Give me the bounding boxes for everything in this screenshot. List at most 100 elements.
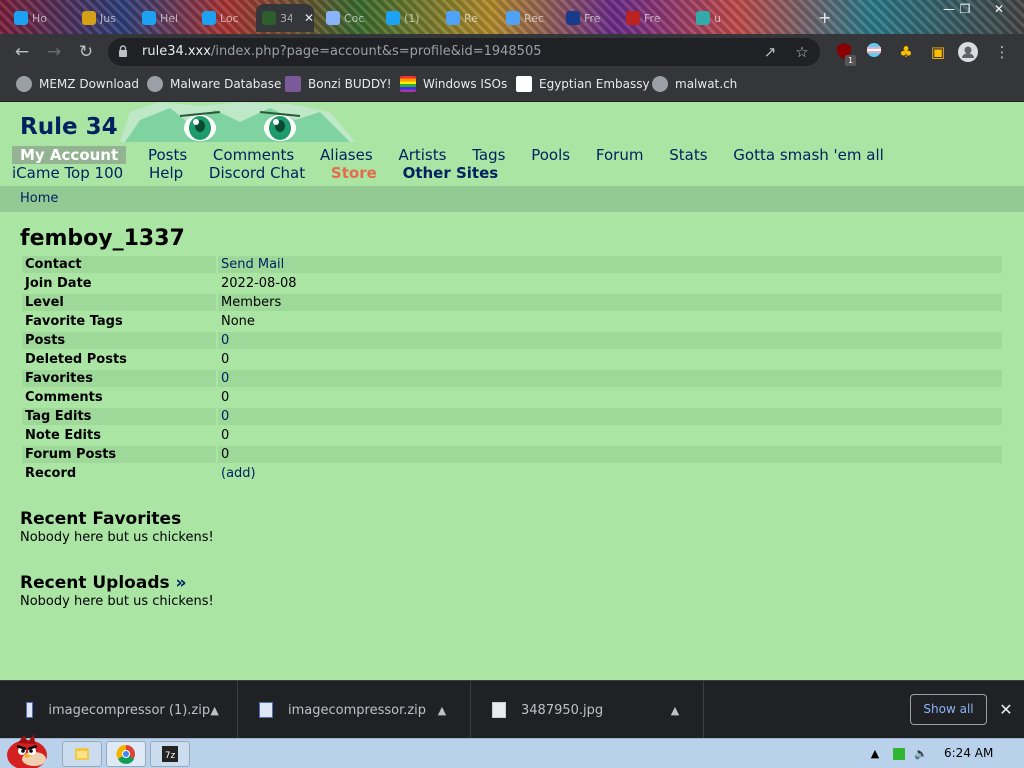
nav-link[interactable]: Discord Chat [209, 164, 305, 182]
browser-tab[interactable]: 34 ✕ [256, 4, 314, 32]
profile-avatar-icon[interactable] [958, 42, 978, 62]
show-all-downloads-button[interactable]: Show all [910, 694, 987, 725]
bookmark-label: malwat.ch [675, 77, 738, 91]
nav-link[interactable]: Artists [398, 146, 446, 164]
tray-volume-icon[interactable]: 🔈 [914, 747, 928, 761]
back-button[interactable]: ← [10, 41, 34, 63]
main-navigation: My Account Posts Comments Aliases Artist… [12, 146, 1012, 182]
profile-field-value[interactable]: 0 [218, 408, 1002, 425]
windows-taskbar: 7z ▲ 🔈 6:24 AM [0, 734, 1024, 768]
download-options-chevron-icon[interactable]: ▲ [210, 704, 219, 717]
share-icon[interactable]: ↗ [760, 42, 780, 62]
taskbar-explorer-button[interactable] [62, 741, 102, 767]
site-title[interactable]: Rule 34 [20, 114, 118, 140]
profile-field-value[interactable]: Send Mail [218, 256, 1002, 273]
download-item[interactable]: 3487950.jpg ▲ [472, 681, 704, 739]
tab-title: Ho [32, 11, 48, 25]
browser-tab[interactable]: Fre [560, 4, 616, 32]
profile-row: Record (add) [22, 465, 1002, 482]
taskbar-chrome-button[interactable] [106, 741, 146, 767]
nav-link[interactable]: Other Sites [403, 164, 499, 182]
nav-link[interactable]: iCame Top 100 [12, 164, 123, 182]
maximize-button[interactable]: ❐ [950, 0, 980, 18]
tab-title: 34 [280, 11, 292, 25]
browser-tab[interactable]: u [690, 4, 746, 32]
lock-icon[interactable] [118, 45, 128, 58]
side-panel-icon[interactable]: ▣ [928, 42, 948, 62]
close-tab-icon[interactable]: ✕ [304, 11, 314, 25]
profile-row: Favorites 0 [22, 370, 1002, 387]
download-item[interactable]: imagecompressor (1).zip ▲ [6, 681, 238, 739]
flag-extension-icon[interactable] [864, 42, 884, 62]
home-link[interactable]: Home [20, 191, 58, 206]
browser-tab[interactable]: Ho [8, 4, 64, 32]
profile-field-value: 2022-08-08 [218, 275, 1002, 292]
nav-link[interactable]: Stats [669, 146, 707, 164]
bookmark-label: Malware Database [170, 77, 282, 91]
address-bar[interactable]: rule34.xxx/index.php?page=account&s=prof… [108, 38, 820, 66]
nav-link[interactable]: Comments [213, 146, 294, 164]
recent-uploads-more-link[interactable]: » [176, 573, 187, 593]
nav-link[interactable]: Posts [148, 146, 187, 164]
chrome-icon [116, 744, 135, 764]
browser-tab[interactable]: (1) [380, 4, 436, 32]
extensions-puzzle-icon[interactable]: ♣ [896, 42, 916, 62]
bookmark-item[interactable]: Egyptian Embassy [516, 70, 650, 98]
profile-field-label: Forum Posts [22, 446, 216, 463]
profile-row: Forum Posts 0 [22, 446, 1002, 463]
taskbar-7zip-button[interactable]: 7z [150, 741, 190, 767]
bookmark-item[interactable]: MEMZ Download [16, 70, 139, 98]
nav-link[interactable]: Help [149, 164, 183, 182]
profile-field-value[interactable]: 0 [218, 332, 1002, 349]
browser-tab[interactable]: Re [440, 4, 496, 32]
taskbar-clock[interactable]: 6:24 AM [944, 746, 993, 760]
bookmark-star-icon[interactable]: ☆ [792, 42, 812, 62]
profile-field-value[interactable]: (add) [218, 465, 1002, 482]
browser-tab[interactable]: Fre [620, 4, 676, 32]
window-close-button[interactable]: ✕ [984, 0, 1014, 18]
browser-tab[interactable]: Coc [320, 4, 376, 32]
download-filename: imagecompressor (1).zip [48, 702, 211, 718]
web-page: Rule 34 My Account Posts Comments Aliase… [0, 102, 1024, 680]
extension-badge: 1 [845, 55, 856, 66]
bookmark-item[interactable]: Malware Database [147, 70, 281, 98]
nav-link[interactable]: Gotta smash 'em all [733, 146, 884, 164]
browser-tab[interactable]: Hel [136, 4, 192, 32]
download-options-chevron-icon[interactable]: ▲ [665, 704, 685, 717]
bookmark-item[interactable]: malwat.ch [652, 70, 737, 98]
recent-favorites-heading: Recent Favorites [20, 509, 182, 529]
browser-menu-icon[interactable]: ⋮ [992, 42, 1012, 62]
start-button-angry-bird-icon[interactable] [4, 733, 50, 768]
url-path: /index.php?page=account&s=profile&id=194… [210, 44, 542, 59]
profile-field-value[interactable]: 0 [218, 370, 1002, 387]
browser-tab[interactable]: Jus [76, 4, 132, 32]
browser-tab[interactable]: Loc [196, 4, 252, 32]
tray-expand-icon[interactable]: ▲ [868, 747, 882, 761]
bookmark-item[interactable]: Bonzi BUDDY! [285, 70, 392, 98]
zip-file-icon [259, 702, 273, 718]
browser-tab[interactable]: Rec [500, 4, 556, 32]
profile-field-label: Join Date [22, 275, 216, 292]
close-download-shelf-button[interactable]: ✕ [996, 700, 1016, 720]
nav-link[interactable]: Tags [472, 146, 505, 164]
url-text[interactable]: rule34.xxx/index.php?page=account&s=prof… [142, 44, 541, 59]
nav-link[interactable]: My Account [12, 146, 127, 164]
bookmark-item[interactable]: Windows ISOs [400, 70, 507, 98]
nav-link[interactable]: Store [331, 164, 377, 182]
tray-network-icon[interactable] [893, 748, 905, 760]
forward-button[interactable]: → [42, 41, 66, 63]
tab-title: (1) [404, 11, 420, 25]
download-options-chevron-icon[interactable]: ▲ [432, 704, 452, 717]
reload-button[interactable]: ↻ [74, 41, 98, 63]
recent-favorites-text: Nobody here but us chickens! [20, 530, 214, 545]
profile-row: Tag Edits 0 [22, 408, 1002, 425]
nav-link[interactable]: Pools [531, 146, 570, 164]
download-item[interactable]: imagecompressor.zip ▲ [239, 681, 471, 739]
profile-field-label: Deleted Posts [22, 351, 216, 368]
tab-favicon-icon [142, 11, 156, 25]
nav-link[interactable]: Aliases [320, 146, 373, 164]
new-tab-button[interactable]: + [818, 8, 831, 27]
nav-link[interactable]: Forum [596, 146, 644, 164]
tab-title: Jus [100, 11, 116, 25]
profile-row: Favorite Tags None [22, 313, 1002, 330]
